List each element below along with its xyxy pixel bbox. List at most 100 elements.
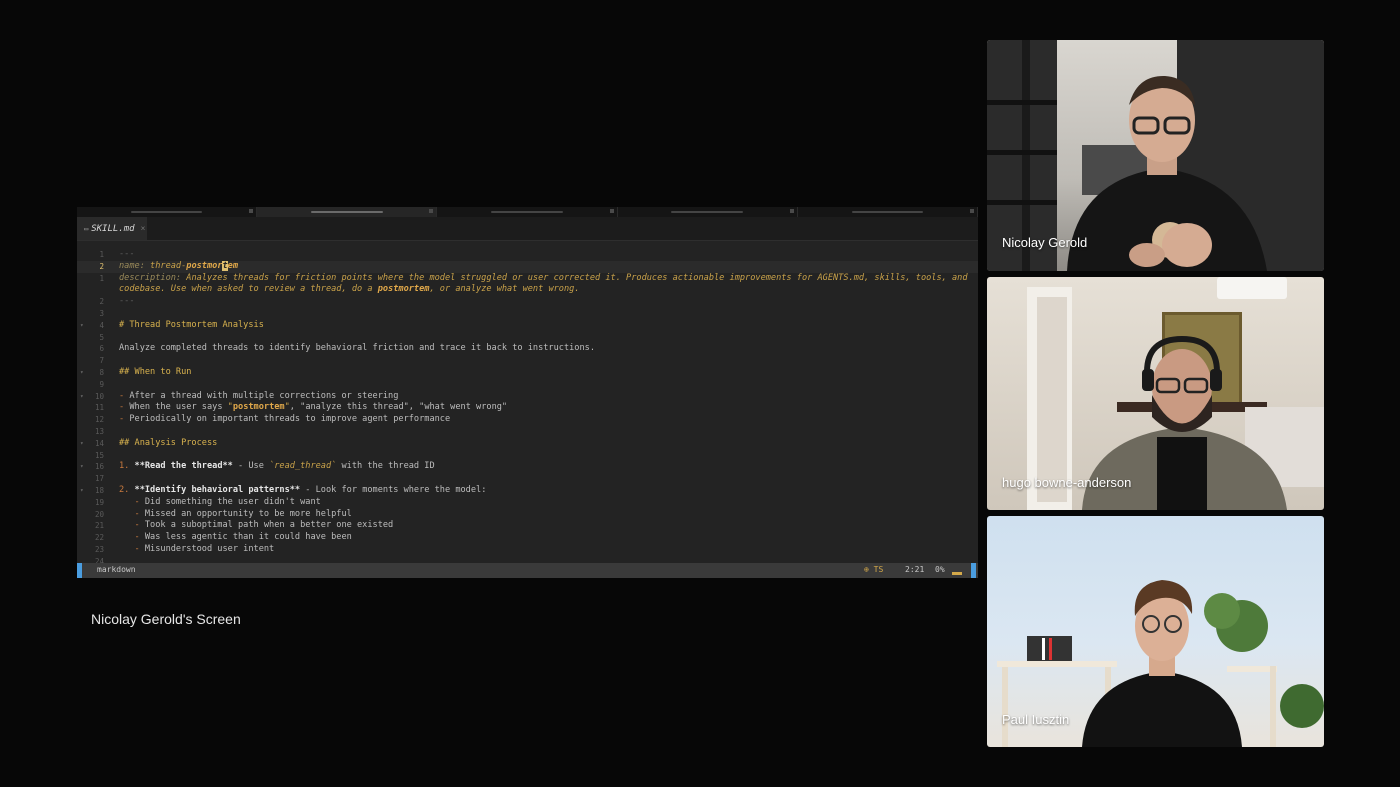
editor-line[interactable]: ▾ 18 2. **Identify behavioral patterns** -… — [77, 485, 978, 497]
line-number: 13 — [94, 427, 104, 436]
editor-line[interactable]: ▾ 10- After a thread with multiple correc… — [77, 391, 978, 403]
code-token: **Identify behavioral patterns** — [134, 485, 301, 495]
editor-line[interactable]: 9 — [77, 379, 978, 391]
line-number: 16 — [94, 462, 104, 472]
line-code: - Missed an opportunity to be more helpf… — [119, 509, 352, 521]
window-tab[interactable] — [798, 207, 978, 217]
editor-line[interactable]: 15 — [77, 450, 978, 462]
line-code: --- — [119, 296, 135, 308]
code-token: thread- — [150, 260, 187, 271]
participant-name: Nicolay Gerold — [1002, 235, 1088, 250]
line-number: 23 — [94, 545, 104, 554]
line-number: 10 — [94, 391, 104, 401]
editor-line[interactable]: 1 description: Analyzes threads for frict… — [77, 273, 978, 285]
editor-line[interactable]: 13 — [77, 426, 978, 438]
code-token: When the user says — [129, 402, 228, 413]
code-token: `read_thread` — [269, 461, 337, 472]
close-icon[interactable] — [789, 209, 794, 213]
language-mode[interactable]: markdown — [97, 565, 136, 574]
line-code: 2. **Identify behavioral patterns** - Lo… — [119, 485, 486, 497]
participant-name: hugo bowne-anderson — [1002, 475, 1132, 490]
code-token: After a thread with multiple corrections… — [129, 390, 399, 401]
code-token: 2. — [119, 485, 135, 495]
code-token: Analyzes threads for friction points whe… — [186, 272, 968, 283]
editor-line[interactable]: ▾ 14 ## Analysis Process — [77, 438, 978, 450]
line-number: 1 — [99, 250, 104, 259]
line-number: 12 — [94, 415, 104, 425]
code-token: Did something the user didn't want — [144, 496, 321, 507]
code-token: - Look for moments where the model: — [300, 485, 487, 495]
participant-tile-hugo[interactable]: hugo bowne-anderson — [987, 277, 1324, 510]
close-icon[interactable] — [970, 209, 975, 213]
line-number: 15 — [94, 450, 104, 460]
editor-line[interactable]: 11 - When the user says "postmortem", "an… — [77, 402, 978, 414]
close-icon[interactable] — [429, 209, 434, 213]
code-token: ## Analysis Process — [119, 437, 218, 448]
participant-tile-nicolay[interactable]: Nicolay Gerold — [987, 40, 1324, 271]
editor-line[interactable]: 17 — [77, 473, 978, 485]
close-icon[interactable] — [249, 209, 254, 213]
editor-line[interactable]: codebase. Use when asked to review a thr… — [77, 284, 978, 296]
code-token: --- — [119, 296, 135, 307]
editor-line[interactable]: 21 - Took a suboptimal path when a bette… — [77, 520, 978, 532]
editor-line[interactable]: ▾ 16 1. **Read the thread** - Use `read_th… — [77, 461, 978, 473]
screen-share-label: Nicolay Gerold's Screen — [91, 611, 241, 627]
line-number: 17 — [94, 474, 104, 484]
participant-name: Paul Iusztin — [1002, 712, 1070, 727]
line-number: 18 — [94, 486, 104, 495]
window-tab[interactable] — [618, 207, 798, 217]
code-token: codebase. Use when asked to review a thr… — [119, 284, 378, 295]
editor-line[interactable]: ▾ 4 # Thread Postmortem Analysis — [77, 320, 978, 332]
line-code: 1. **Read the thread** - Use `read_threa… — [119, 461, 435, 473]
status-bar: markdown ⊕ TS 2:21 0% — [77, 563, 978, 578]
code-token: Missed an opportunity to be more helpful — [144, 508, 352, 519]
file-tab-label: SKILL.md — [91, 223, 135, 234]
editor-line[interactable]: 2 name: thread-postmortem — [77, 260, 978, 273]
code-token: - — [119, 544, 145, 554]
editor-line[interactable]: 5 — [77, 332, 978, 344]
code-editor[interactable]: 1 --- 2 name: thread-postmortem 1 description… — [77, 241, 978, 566]
code-token: name: — [119, 260, 151, 271]
line-code: codebase. Use when asked to review a thr… — [119, 284, 580, 296]
editor-line[interactable]: 20 - Missed an opportunity to be more he… — [77, 509, 978, 521]
line-number: 5 — [99, 332, 104, 342]
editor-line[interactable]: 2 --- — [77, 296, 978, 308]
code-token: - — [119, 532, 145, 543]
window-tab-active[interactable] — [257, 207, 438, 217]
close-icon[interactable] — [609, 209, 614, 213]
line-code: --- — [119, 249, 135, 261]
line-number: 8 — [99, 368, 104, 377]
line-code: description: Analyzes threads for fricti… — [119, 273, 968, 285]
editor-line[interactable]: 3 — [77, 308, 978, 320]
editor-line[interactable]: 23 - Misunderstood user intent — [77, 544, 978, 556]
editor-line[interactable]: ▾ 8 ## When to Run — [77, 367, 978, 379]
code-token: with the thread ID — [336, 461, 435, 472]
lsp-status[interactable]: ⊕ TS — [864, 565, 883, 574]
md-file-icon: ▭ — [84, 224, 89, 233]
code-token: em — [227, 260, 239, 271]
code-token: postmortem — [377, 284, 430, 295]
line-code: - Misunderstood user intent — [119, 544, 275, 556]
close-icon[interactable]: × — [141, 224, 146, 233]
editor-line[interactable]: 7 — [77, 355, 978, 367]
window-tab[interactable] — [437, 207, 618, 217]
code-token: - — [119, 520, 145, 531]
line-code: - Took a suboptimal path when a better o… — [119, 520, 394, 532]
code-token: Analyze completed threads to identify be… — [119, 343, 595, 354]
participant-tile-paul[interactable]: Paul Iusztin — [987, 516, 1324, 747]
editor-line[interactable]: 12 - Periodically on important threads to… — [77, 414, 978, 426]
line-code: - When the user says "postmortem", "anal… — [119, 402, 507, 414]
editor-line[interactable]: 19 - Did something the user didn't want — [77, 497, 978, 509]
mode-indicator — [77, 563, 82, 578]
file-tab-skill-md[interactable]: ▭ SKILL.md × — [77, 217, 147, 240]
editor-line[interactable]: 6 Analyze completed threads to identify b… — [77, 343, 978, 355]
browser-tab-strip — [77, 207, 978, 217]
window-tab[interactable] — [77, 207, 258, 217]
line-number: 20 — [94, 509, 104, 519]
line-number: 6 — [99, 344, 104, 354]
line-number: 21 — [94, 521, 104, 531]
code-token: , or analyze what went wrong. — [429, 284, 580, 295]
editor-line[interactable]: 22 - Was less agentic than it could have… — [77, 532, 978, 544]
editor-line[interactable]: 1 --- — [77, 249, 978, 261]
line-code: # Thread Postmortem Analysis — [119, 320, 264, 332]
